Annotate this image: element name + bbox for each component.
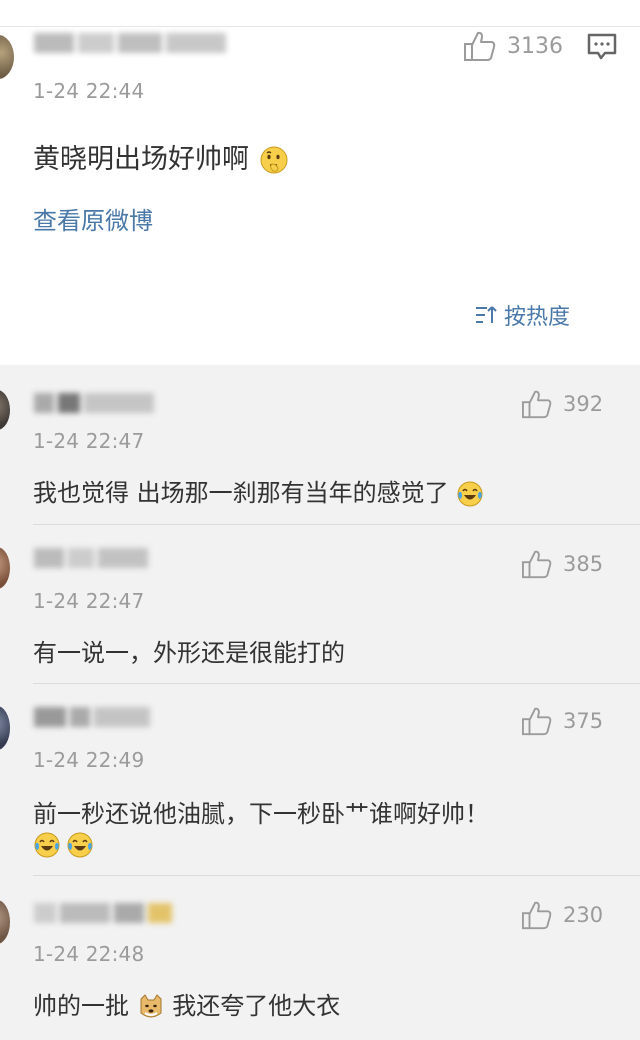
like-count: 392 — [563, 392, 604, 416]
thumbs-up-icon — [522, 390, 552, 419]
post-text: 黄晓明出场好帅啊 — [33, 144, 249, 175]
username-blurred[interactable] — [34, 706, 174, 728]
comment-time: 1-24 22:48 — [33, 942, 145, 966]
username-blurred[interactable] — [34, 32, 244, 54]
thumbs-up-icon — [522, 550, 552, 579]
comment-text-before: 帅的一批 — [33, 992, 129, 1020]
view-original-link[interactable]: 查看原微博 — [33, 201, 153, 236]
comment-item: 230 1-24 22:48 帅的一批 我还夸了他大衣 — [0, 876, 640, 1040]
laugh-cry-emoji-icon — [34, 832, 60, 858]
username-blurred[interactable] — [34, 547, 164, 569]
thinking-emoji-icon — [260, 146, 288, 173]
comment-time: 1-24 22:47 — [33, 429, 145, 453]
comment-text-row: 我也觉得 出场那一刹那有当年的感觉了 — [33, 473, 484, 508]
comment-text-row: 帅的一批 我还夸了他大衣 — [33, 986, 340, 1021]
like-count: 375 — [563, 709, 604, 733]
thumbs-up-icon — [522, 901, 552, 930]
like-button[interactable]: 230 — [521, 900, 603, 930]
comment-item: 385 1-24 22:47 有一说一，外形还是很能打的 — [0, 525, 640, 684]
like-button[interactable]: 392 — [521, 389, 603, 419]
thumbs-up-icon — [522, 707, 552, 736]
comment-item: 392 1-24 22:47 我也觉得 出场那一刹那有当年的感觉了 — [0, 365, 640, 525]
comment-icon[interactable] — [586, 32, 618, 62]
like-button[interactable]: 385 — [521, 549, 603, 579]
avatar[interactable] — [0, 547, 10, 589]
doge-emoji-icon — [140, 994, 162, 1018]
top-strip — [0, 0, 640, 27]
comment-text: 有一说一，外形还是很能打的 — [33, 639, 345, 667]
like-count: 385 — [563, 552, 604, 576]
sort-by-hot-button[interactable]: 按热度 — [474, 299, 570, 331]
like-count: 3136 — [507, 33, 563, 59]
avatar[interactable] — [0, 35, 14, 79]
like-button[interactable]: 375 — [521, 706, 603, 736]
avatar[interactable] — [0, 706, 10, 750]
laugh-cry-emoji-icon — [67, 832, 93, 858]
like-count: 230 — [563, 903, 604, 927]
avatar[interactable] — [0, 900, 10, 944]
emoji-row — [33, 831, 94, 859]
comment-text: 我也觉得 出场那一刹那有当年的感觉了 — [33, 479, 449, 507]
comment-text: 前一秒还说他油腻，下一秒卧艹谁啊好帅！ — [33, 800, 489, 828]
main-post: 1-24 22:44 3136 黄晓明出场好帅啊 查看原微博 按热度 — [0, 27, 640, 365]
post-text-row: 黄晓明出场好帅啊 — [33, 137, 290, 177]
laugh-cry-emoji-icon — [457, 481, 483, 507]
comment-time: 1-24 22:47 — [33, 589, 145, 613]
comment-time: 1-24 22:49 — [33, 748, 145, 772]
post-time: 1-24 22:44 — [33, 79, 145, 103]
sort-label: 按热度 — [504, 305, 571, 330]
sort-icon — [476, 306, 497, 323]
like-button[interactable]: 3136 — [463, 30, 563, 62]
username-blurred[interactable] — [34, 902, 194, 924]
comment-item: 375 1-24 22:49 前一秒还说他油腻，下一秒卧艹谁啊好帅！ — [0, 684, 640, 876]
avatar[interactable] — [0, 390, 10, 430]
comment-text-after: 我还夸了他大衣 — [172, 992, 341, 1020]
thumbs-up-icon — [464, 31, 496, 61]
username-blurred[interactable] — [34, 392, 184, 414]
